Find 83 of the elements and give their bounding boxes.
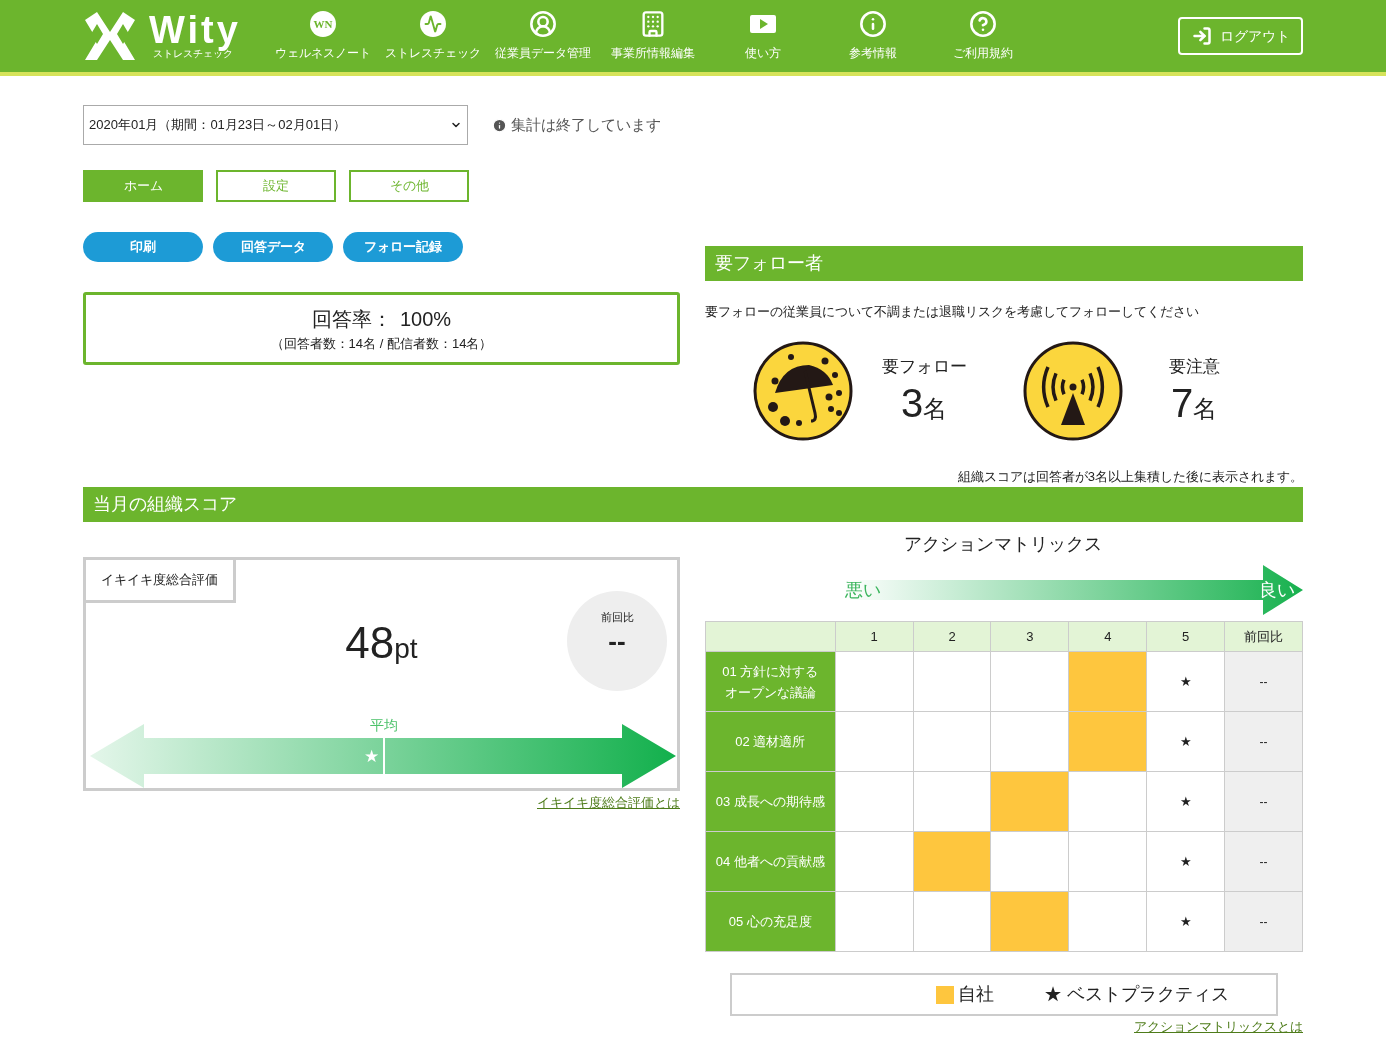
nav-link[interactable]: 従業員データ管理 xyxy=(488,10,598,62)
nav-link[interactable]: ご利用規約 xyxy=(928,10,1038,62)
action-button[interactable]: フォロー記録 xyxy=(343,232,463,262)
score-marker: ★ xyxy=(363,746,379,768)
row-label: 03 成長への期待感 xyxy=(714,793,826,811)
own-legend-swatch xyxy=(936,985,954,1004)
tab[interactable]: ホーム xyxy=(83,170,203,202)
info-icon xyxy=(859,10,887,38)
diff-cell: -- xyxy=(1224,711,1303,772)
column-header: 前回比 xyxy=(1224,621,1303,652)
diff-cell: -- xyxy=(1224,771,1303,832)
row-label: 05 心の充足度 xyxy=(727,913,813,931)
row-label: 02 適材適所 xyxy=(734,733,807,751)
nav-link[interactable]: 参考情報 xyxy=(818,10,928,62)
score-note: 組織スコアは回答者が3名以上集積した後に表示されます。 xyxy=(956,467,1303,486)
score-section-header: 当月の組織スコア xyxy=(83,487,1303,522)
broadcast-antenna-icon xyxy=(1023,340,1123,441)
user-icon xyxy=(529,10,557,38)
tab[interactable]: 設定 xyxy=(216,170,336,202)
nav-label: ご利用規約 xyxy=(953,45,1013,62)
row-label: オープンな議論 xyxy=(723,683,817,702)
nav-label: 使い方 xyxy=(745,45,781,62)
tab[interactable]: その他 xyxy=(349,170,469,202)
group-label: 要フォロー xyxy=(881,356,967,379)
diff-cell: -- xyxy=(1224,651,1303,712)
group-unit: 名 xyxy=(1193,394,1218,424)
group-label: 要注意 xyxy=(1168,356,1220,379)
nav-label: 参考情報 xyxy=(849,45,897,62)
matrix-cell: ★ xyxy=(1146,891,1225,952)
matrix-cell: ★ xyxy=(1146,711,1225,772)
matrix-cell: ★ xyxy=(1146,771,1225,832)
follow-section-header: 要フォロー者 xyxy=(705,246,1303,281)
nav-label: 従業員データ管理 xyxy=(495,45,591,62)
score-help-link[interactable]: イキイキ度総合評価とは xyxy=(537,793,680,813)
logout-button[interactable]: ログアウト xyxy=(1178,17,1303,55)
response-detail: （回答者数：14名 / 配信者数：14名） xyxy=(270,334,493,353)
column-header: 4 xyxy=(1068,621,1147,652)
response-rate-label: 回答率： xyxy=(311,306,392,332)
best-legend-label: ★ ベストプラクティス xyxy=(1044,983,1229,1006)
nav-link[interactable]: WN ウェルネスノート xyxy=(268,10,378,62)
wn-logo-icon: WN xyxy=(310,11,336,37)
diff-cell: -- xyxy=(1224,831,1303,892)
umbrella-rain-icon xyxy=(753,340,853,441)
row-label: 04 他者への貢献感 xyxy=(714,853,826,871)
diff-label: 前回比 xyxy=(600,610,634,625)
good-label: 良い xyxy=(1259,578,1296,602)
score-unit: pt xyxy=(394,632,418,666)
column-header: 2 xyxy=(913,621,991,652)
nav-label: ウェルネスノート xyxy=(275,45,371,62)
period-select[interactable]: 2020年01月（期間：01月23日～02月01日） xyxy=(83,105,468,145)
action-button[interactable]: 印刷 xyxy=(83,232,203,262)
matrix-cell: ★ xyxy=(1146,831,1225,892)
group-unit: 名 xyxy=(923,394,948,424)
score-value: 48 xyxy=(345,618,395,668)
logo-mark-icon xyxy=(83,12,137,60)
column-header: 5 xyxy=(1146,621,1225,652)
diff-value: -- xyxy=(608,625,626,656)
diff-cell: -- xyxy=(1224,891,1303,952)
column-header: 1 xyxy=(835,621,914,652)
nav-label: 事業所情報編集 xyxy=(611,45,695,62)
follow-description: 要フォローの従業員について不調または退職リスクを考慮してフォローしてください xyxy=(705,303,1200,321)
pulse-icon xyxy=(420,11,446,37)
matrix-help-link[interactable]: アクションマトリックスとは xyxy=(1134,1017,1303,1037)
nav-link[interactable]: 事業所情報編集 xyxy=(598,10,708,62)
row-label: 01 方針に対する xyxy=(721,662,820,681)
bad-label: 悪い xyxy=(845,578,881,602)
average-label: 平均 xyxy=(370,716,398,735)
video-play-icon xyxy=(750,14,776,34)
help-icon xyxy=(969,10,997,38)
matrix-cell: ★ xyxy=(1146,651,1225,712)
own-legend-label: 自社 xyxy=(958,983,994,1006)
nav-link[interactable]: 使い方 xyxy=(708,10,818,62)
login-arrow-icon xyxy=(1191,26,1212,46)
group-count: 7 xyxy=(1170,379,1194,426)
status-text: 集計は終了しています xyxy=(511,115,661,135)
matrix-title: アクションマトリックス xyxy=(904,533,1103,556)
nav-label: ストレスチェック xyxy=(385,45,481,62)
column-header: 3 xyxy=(991,621,1069,652)
response-rate-value: 100% xyxy=(399,306,452,332)
action-button[interactable]: 回答データ xyxy=(213,232,333,262)
info-icon xyxy=(492,117,507,133)
nav-link[interactable]: ストレスチェック xyxy=(378,10,488,62)
group-count: 3 xyxy=(900,379,924,426)
